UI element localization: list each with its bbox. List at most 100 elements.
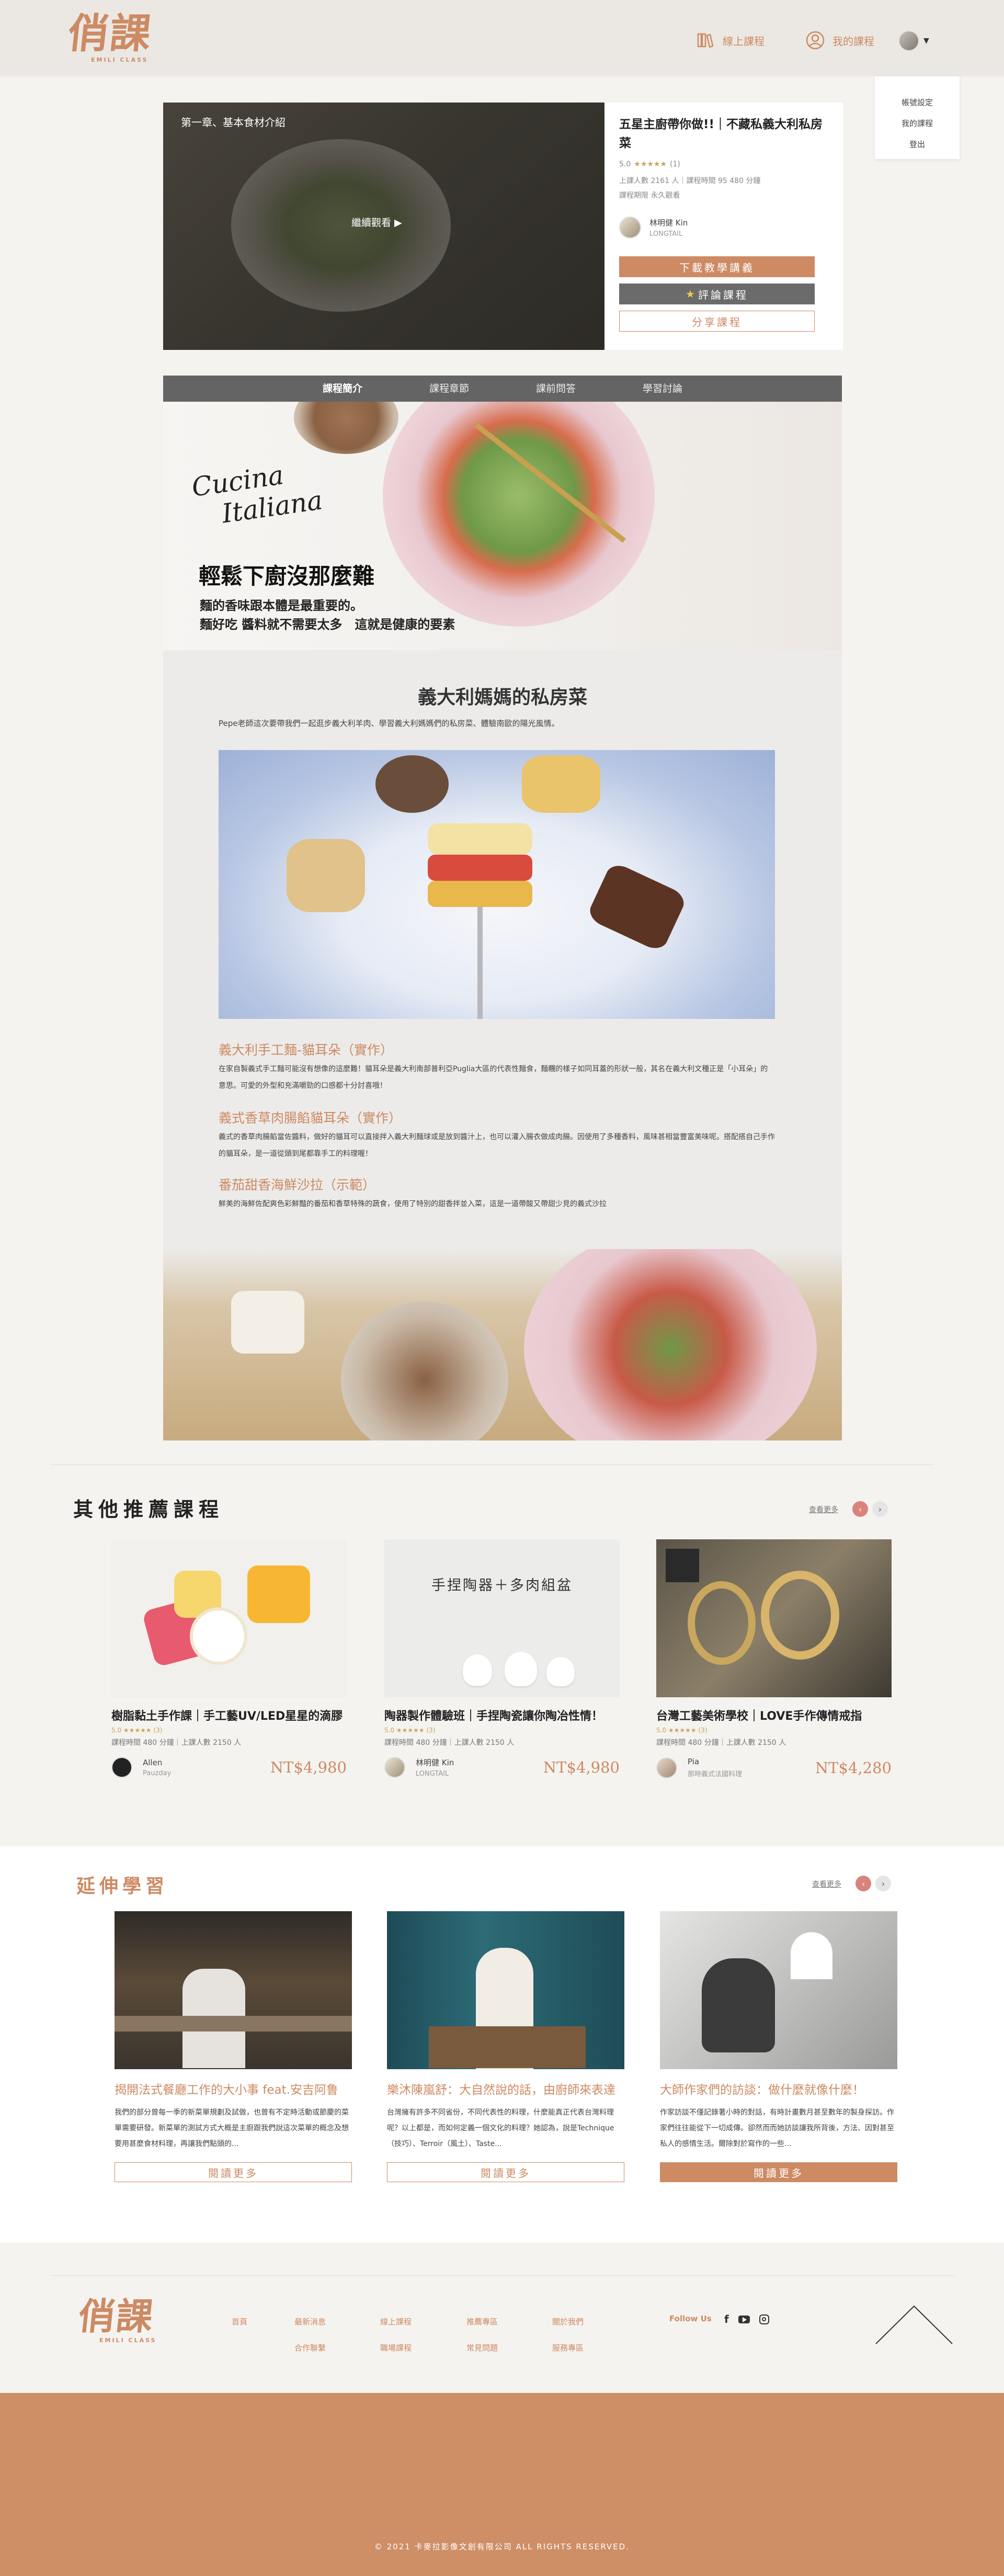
layer-cake-bottom [428, 881, 532, 907]
course-card-rating: 5.0 ★★★★★ (3) [384, 1727, 436, 1734]
article-card-title: 大師作家們的訪談：做什麼就像什麼！ [660, 2083, 864, 2097]
nav-online-label: 線上課程 [723, 35, 765, 48]
social-links: f [724, 2313, 769, 2325]
article-card-image [660, 1911, 897, 2069]
teacher-avatar [111, 1757, 132, 1778]
dish-desc-1: 在家自製義式手工麵可能沒有想像的這麼難！貓耳朵是義大利南部普利亞Puglia大區… [219, 1065, 768, 1090]
article-card[interactable]: 樂沐陳嵐舒：大自然說的話，由廚師來表達 台灣擁有許多不同省份，不同代表性的料理，… [387, 1911, 624, 2182]
course-card-meta: 課程時間 480 分鐘｜上課人數 2150 人 [384, 1739, 515, 1747]
download-handout-button[interactable]: 下載教學講義 [619, 256, 815, 277]
read-more-label: 閱讀更多 [481, 2166, 531, 2180]
read-more-label: 閱讀更多 [754, 2166, 804, 2180]
course-card[interactable]: 樹脂黏土手作課｜手工藝UV/LED星星的滴膠 5.0 ★★★★★ (3) 課程時… [111, 1539, 347, 1778]
star-icon: ★ [686, 288, 695, 300]
extended-more-link[interactable]: 查看更多 [812, 1879, 841, 1889]
course-title: 五星主廚帶你做!!｜不藏私義大利私房菜 [619, 118, 823, 150]
review-course-button[interactable]: ★ 評論課程 [619, 283, 815, 304]
footer-link-home[interactable]: 首頁 [232, 2316, 247, 2327]
dish-title-2: 義式香草肉腸餡貓耳朵（實作） [219, 1110, 402, 1126]
facebook-icon[interactable]: f [724, 2313, 729, 2325]
copyright-text: © 2021 卡麥拉影像文創有限公司 ALL RIGHTS RESERVED. [374, 2542, 630, 2551]
course-card-image: 手捏陶器＋多肉組盆 [384, 1539, 620, 1697]
next-arrow-icon[interactable]: › [872, 1501, 888, 1517]
footer-logo-text: 俏課 [76, 2295, 156, 2338]
tab-chapters[interactable]: 課程章節 [396, 376, 503, 402]
site-logo[interactable]: 俏課 EMILI CLASS [65, 10, 154, 69]
article-card-image [387, 1911, 624, 2069]
account-dropdown: 帳號設定 我的課程 登出 [875, 76, 960, 159]
footer-link-career-courses[interactable]: 職場課程 [380, 2342, 412, 2353]
teacher-info[interactable]: 林明健 Kin LONGTAIL [619, 217, 828, 239]
section-intro: Pepe老師這次要帶我們一起逛步義大利羊肉、學習義大利媽媽們的私房菜、體驗南歐的… [219, 719, 560, 728]
course-meta-duration: 課程期限 永久觀看 [619, 191, 680, 200]
instagram-icon[interactable] [759, 2314, 769, 2324]
extended-title: 延伸學習 [76, 1876, 169, 1897]
rating-count: (1) [670, 160, 680, 168]
recommended-more-link[interactable]: 查看更多 [809, 1504, 838, 1515]
read-more-button[interactable]: 閱讀更多 [660, 2162, 897, 2182]
footer-link-about[interactable]: 關於我們 [552, 2316, 584, 2327]
dish-desc-2: 義式的香草肉腸餡當佐醬料，做好的貓耳可以直接拌入義大利麵球或是放到醬汁上，也可以… [219, 1133, 775, 1158]
tab-intro[interactable]: 課程簡介 [289, 376, 396, 402]
prev-arrow-icon[interactable]: ‹ [852, 1501, 868, 1517]
follow-us-label: Follow Us [669, 2314, 712, 2323]
footer-link-contact[interactable]: 合作聯繫 [294, 2342, 326, 2353]
rating-value: 5.0 [619, 160, 631, 168]
fork-handle [477, 907, 483, 1019]
next-arrow-icon[interactable]: › [875, 1876, 891, 1891]
share-course-button[interactable]: 分享課程 [619, 311, 815, 332]
nav-my-courses[interactable]: 我的課程 [805, 30, 874, 50]
course-card[interactable]: 台灣工藝美術學校｜LOVE手作傳情戒指 5.0 ★★★★★ (3) 課程時間 4… [656, 1539, 892, 1778]
account-menu-toggle[interactable]: ▼ [898, 30, 929, 51]
read-more-button[interactable]: 閱讀更多 [115, 2162, 352, 2182]
course-card-price: NT$4,980 [270, 1758, 347, 1776]
chevron-up-icon [875, 2305, 953, 2344]
article-card-title: 揭開法式餐廳工作的大小事 feat.安吉阿鲁 [115, 2083, 338, 2097]
teacher-affiliation: LONGTAIL [416, 1770, 449, 1778]
dropdown-item-settings[interactable]: 帳號設定 [875, 92, 960, 113]
banner-text-line1: 麵的香味跟本體是最重要的。 [200, 598, 363, 613]
dessert-forks-image [219, 750, 775, 1019]
prev-arrow-icon[interactable]: ‹ [855, 1876, 871, 1891]
dropdown-item-my-courses[interactable]: 我的課程 [875, 113, 960, 134]
course-card-image [656, 1539, 892, 1697]
video-player[interactable]: 第一章、基本食材介紹 繼續觀看 ▶ [163, 103, 604, 350]
intro-banner: Cucina Italiana 輕鬆下廚沒那麼難 麵的香味跟本體是最重要的。 麵好… [163, 402, 842, 650]
continue-watching-button[interactable]: 繼續觀看 ▶ [351, 215, 402, 229]
footer-link-recommended[interactable]: 推薦專區 [466, 2316, 498, 2327]
footer-logo[interactable]: 俏課 EMILI CLASS [76, 2295, 162, 2359]
footer-divider [50, 2275, 955, 2276]
article-card[interactable]: 揭開法式餐廳工作的大小事 feat.安吉阿鲁 我們的部分曾每一季的新菜單規劃及試… [115, 1911, 352, 2182]
course-card-image [111, 1539, 347, 1697]
footer-link-news[interactable]: 最新消息 [294, 2316, 326, 2327]
footer-link-service[interactable]: 服務專區 [552, 2342, 584, 2353]
back-to-top-button[interactable] [875, 2304, 953, 2348]
footer-link-faq[interactable]: 常見問題 [466, 2342, 498, 2353]
teacher-avatar [656, 1757, 677, 1778]
read-more-button[interactable]: 閱讀更多 [387, 2162, 624, 2182]
bread-image [294, 402, 398, 454]
course-card-price: NT$4,280 [815, 1758, 892, 1777]
dropdown-item-logout[interactable]: 登出 [875, 134, 960, 155]
course-card-rating: 5.0 ★★★★★ (3) [111, 1727, 163, 1734]
sauce-dish [231, 1291, 304, 1354]
teacher-name: Allen [143, 1757, 163, 1767]
nav-online-courses[interactable]: 線上課程 [695, 30, 765, 50]
course-card-image-text: 手捏陶器＋多肉組盆 [431, 1578, 573, 1594]
rating-stars: ★★★★★ [634, 160, 667, 168]
tab-qa[interactable]: 課前問答 [503, 376, 609, 402]
teacher-avatar [619, 217, 641, 239]
teacher-avatar [384, 1757, 405, 1778]
pastry-bite [287, 839, 365, 912]
course-card[interactable]: 手捏陶器＋多肉組盆 陶器製作體驗班｜手捏陶瓷讓你陶冶性情！ 5.0 ★★★★★ … [384, 1539, 620, 1778]
download-handout-label: 下載教學講義 [679, 261, 755, 274]
youtube-icon[interactable] [738, 2315, 750, 2323]
course-card-rating: 5.0 ★★★★★ (3) [656, 1727, 708, 1734]
footer-link-online-courses[interactable]: 線上課程 [380, 2316, 412, 2327]
banner-heading: 輕鬆下廚沒那麼難 [199, 563, 375, 589]
cake-bite [522, 755, 600, 813]
salad-plate [524, 1249, 817, 1440]
tab-discussion[interactable]: 學習討論 [609, 376, 716, 402]
course-info-panel: 五星主廚帶你做!!｜不藏私義大利私房菜 5.0 ★★★★★ (1) 上課人數 2… [604, 103, 843, 350]
article-card[interactable]: 大師作家們的訪談：做什麼就像什麼！ 作家訪談不僅記錄著小時的對話，有時計畫數月甚… [660, 1911, 897, 2182]
